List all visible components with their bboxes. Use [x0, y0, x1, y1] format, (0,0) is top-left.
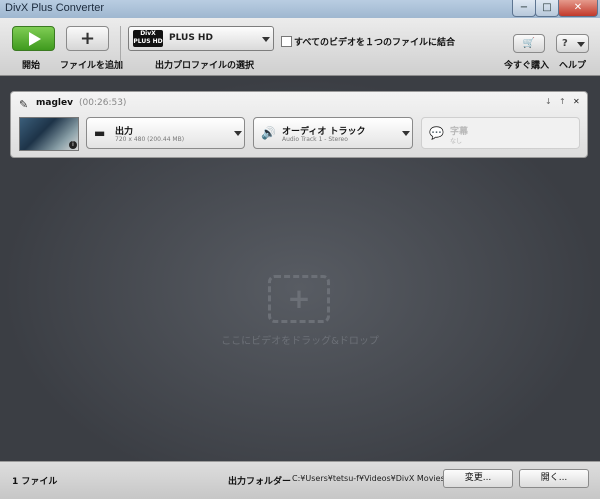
- window-title: DivX Plus Converter: [5, 2, 105, 14]
- subtitle-detail: なし: [450, 138, 463, 145]
- add-file-button[interactable]: +: [66, 26, 109, 51]
- divx-logo: DivX PLUS HD: [133, 30, 163, 47]
- open-folder-button[interactable]: 開く...: [519, 469, 589, 488]
- change-folder-button[interactable]: 変更...: [443, 469, 513, 488]
- subtitle-select[interactable]: 💬 字幕 なし: [421, 117, 580, 149]
- chevron-down-icon: [402, 131, 410, 136]
- audio-track-select[interactable]: 🔊 オーディオ トラック Audio Track 1 - Stereo: [253, 117, 413, 149]
- profile-name: PLUS HD: [169, 33, 213, 43]
- plus-icon: +: [79, 28, 96, 49]
- main-area: ✎ maglev (00:26:53) ↓ ↑ ✕ i ▬ 出力 720 x 4…: [0, 76, 600, 461]
- move-down-icon[interactable]: ↓: [545, 97, 552, 106]
- output-detail: 720 x 480 (200.44 MB): [115, 136, 185, 143]
- audio-detail: Audio Track 1 - Stereo: [282, 136, 348, 143]
- merge-label: すべてのビデオを１つのファイルに結合: [294, 38, 456, 48]
- minimize-button[interactable]: −: [512, 0, 536, 17]
- output-folder-label: 出力フォルダー: [228, 477, 292, 487]
- start-label: 開始: [22, 61, 41, 71]
- add-file-label: ファイルを追加: [60, 61, 124, 71]
- file-count: 1 ファイル: [12, 477, 58, 487]
- drop-zone[interactable]: +: [268, 275, 330, 323]
- play-icon: [29, 32, 41, 46]
- output-folder-path: C:¥Users¥tetsu-f¥Videos¥DivX Movies: [292, 474, 445, 483]
- maximize-button[interactable]: □: [535, 0, 559, 17]
- cart-icon: 🛒: [522, 38, 536, 49]
- monitor-icon: ▬: [94, 126, 106, 140]
- app-window: DivX Plus Converter − □ ✕ 開始 + ファイルを追加 D…: [0, 0, 600, 499]
- chevron-down-icon: [262, 37, 270, 42]
- status-bar: 1 ファイル 出力フォルダー C:¥Users¥tetsu-f¥Videos¥D…: [0, 461, 600, 499]
- start-button[interactable]: [12, 26, 55, 51]
- video-thumbnail[interactable]: i: [19, 117, 79, 151]
- remove-icon[interactable]: ✕: [573, 97, 580, 106]
- speaker-icon: 🔊: [261, 126, 276, 140]
- help-label: ヘルプ: [559, 61, 587, 71]
- job-name: maglev: [36, 98, 73, 108]
- move-up-icon[interactable]: ↑: [559, 97, 566, 106]
- drop-hint: ここにビデオをドラッグ&ドロップ: [221, 336, 379, 347]
- info-icon: i: [69, 141, 77, 149]
- help-button[interactable]: ?: [556, 34, 589, 53]
- add-icon: +: [287, 282, 311, 315]
- chevron-down-icon: [577, 42, 585, 47]
- output-select[interactable]: ▬ 出力 720 x 480 (200.44 MB): [86, 117, 245, 149]
- output-profile-label: 出力プロファイルの選択: [155, 61, 255, 71]
- job-duration: (00:26:53): [79, 98, 127, 108]
- toolbar: 開始 + ファイルを追加 DivX PLUS HD PLUS HD 出力プロファイ…: [0, 18, 600, 76]
- merge-checkbox[interactable]: [281, 36, 292, 47]
- buy-now-button[interactable]: 🛒: [513, 34, 545, 53]
- toolbar-divider: [120, 26, 121, 68]
- output-profile-select[interactable]: DivX PLUS HD PLUS HD: [128, 26, 274, 51]
- help-icon: ?: [562, 38, 568, 49]
- title-bar: DivX Plus Converter − □ ✕: [0, 0, 600, 18]
- edit-pencil-icon[interactable]: ✎: [19, 98, 28, 111]
- close-button[interactable]: ✕: [558, 0, 598, 17]
- buy-now-label: 今すぐ購入: [504, 61, 550, 71]
- job-card: ✎ maglev (00:26:53) ↓ ↑ ✕ i ▬ 出力 720 x 4…: [10, 91, 588, 158]
- speech-bubble-icon: 💬: [429, 126, 444, 140]
- chevron-down-icon: [234, 131, 242, 136]
